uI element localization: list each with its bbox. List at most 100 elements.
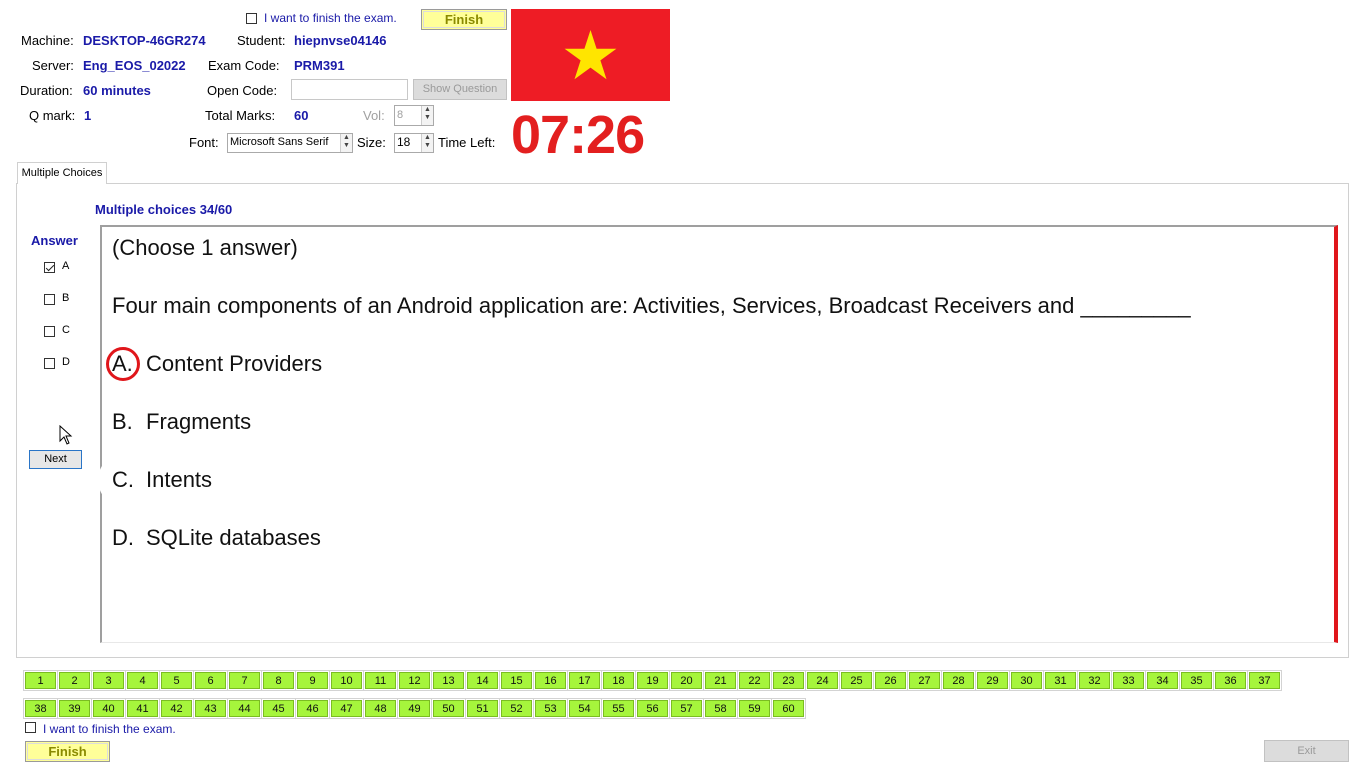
question-nav-button[interactable]: 29 [975,670,1010,691]
finish-button-bottom[interactable]: Finish [25,741,110,762]
question-nav-button[interactable]: 21 [703,670,738,691]
question-nav-button[interactable]: 19 [635,670,670,691]
question-nav-button[interactable]: 8 [261,670,296,691]
qmark-label: Q mark: [29,108,76,123]
option-a: A. Content Providers [112,351,322,377]
answer-label-b: B [62,292,70,304]
server-label: Server: [32,58,74,73]
question-nav-button[interactable]: 52 [499,698,534,719]
font-spin-buttons[interactable]: ▲ ▼ [340,134,352,152]
question-nav-button[interactable]: 38 [23,698,58,719]
question-content: (Choose 1 answer) Four main components o… [98,225,1338,643]
question-nav-button[interactable]: 42 [159,698,194,719]
finish-exam-checkbox-top[interactable] [246,13,257,24]
font-selector[interactable]: Microsoft Sans Serif ▲ ▼ [227,133,353,153]
question-nav-button[interactable]: 26 [873,670,908,691]
mouse-cursor-icon [59,425,73,445]
question-nav-button[interactable]: 54 [567,698,602,719]
answer-highlight-circle [106,347,140,381]
machine-value: DESKTOP-46GR274 [83,33,206,48]
question-nav-button[interactable]: 39 [57,698,92,719]
machine-label: Machine: [21,33,74,48]
question-nav-button[interactable]: 59 [737,698,772,719]
question-nav-button[interactable]: 7 [227,670,262,691]
question-nav-button[interactable]: 27 [907,670,942,691]
question-nav-button[interactable]: 34 [1145,670,1180,691]
exam-code-label: Exam Code: [208,58,280,73]
question-nav-button[interactable]: 4 [125,670,160,691]
answer-label-a: A [62,260,70,272]
question-nav-button[interactable]: 50 [431,698,466,719]
open-code-label: Open Code: [207,83,278,98]
answer-checkbox-c[interactable] [44,326,55,337]
question-nav-button[interactable]: 32 [1077,670,1112,691]
question-nav-button[interactable]: 55 [601,698,636,719]
finish-exam-checkbox-bottom[interactable] [25,722,36,733]
question-nav-button[interactable]: 16 [533,670,568,691]
question-nav-button[interactable]: 20 [669,670,704,691]
question-nav-button[interactable]: 51 [465,698,500,719]
question-nav-button[interactable]: 22 [737,670,772,691]
answer-checkbox-b[interactable] [44,294,55,305]
question-nav-button[interactable]: 12 [397,670,432,691]
question-nav-button[interactable]: 11 [363,670,398,691]
question-nav-button[interactable]: 15 [499,670,534,691]
answer-label-d: D [62,356,70,368]
exit-button[interactable]: Exit [1264,740,1349,762]
question-nav-button[interactable]: 56 [635,698,670,719]
vol-stepper[interactable]: 8 ▲ ▼ [394,105,434,126]
question-nav-button[interactable]: 31 [1043,670,1078,691]
question-nav-button[interactable]: 53 [533,698,568,719]
question-nav-button[interactable]: 30 [1009,670,1044,691]
question-nav-button[interactable]: 37 [1247,670,1282,691]
finish-button-top[interactable]: Finish [421,9,507,30]
next-button[interactable]: Next [29,450,82,469]
question-instruction: (Choose 1 answer) [112,235,298,260]
question-nav-button[interactable]: 14 [465,670,500,691]
show-question-button[interactable]: Show Question [413,79,507,100]
question-nav-button[interactable]: 36 [1213,670,1248,691]
question-nav-button[interactable]: 1 [23,670,58,691]
tab-multiple-choices[interactable]: Multiple Choices [17,162,107,184]
answer-checkbox-a[interactable] [44,262,55,273]
open-code-input[interactable] [291,79,408,100]
question-nav-button[interactable]: 35 [1179,670,1214,691]
size-spin-buttons[interactable]: ▲ ▼ [421,134,433,152]
question-nav-button[interactable]: 44 [227,698,262,719]
question-nav-button[interactable]: 41 [125,698,160,719]
question-nav-button[interactable]: 23 [771,670,806,691]
question-nav-button[interactable]: 25 [839,670,874,691]
white-mark-circle [98,455,144,505]
total-marks-value: 60 [294,108,309,123]
finish-exam-label-bottom: I want to finish the exam. [43,722,176,736]
question-nav-button[interactable]: 5 [159,670,194,691]
question-nav-button[interactable]: 43 [193,698,228,719]
size-stepper[interactable]: 18 ▲ ▼ [394,133,434,153]
question-nav-button[interactable]: 47 [329,698,364,719]
time-left-label: Time Left: [438,135,496,150]
question-nav-button[interactable]: 48 [363,698,398,719]
question-nav-button[interactable]: 57 [669,698,704,719]
question-nav-button[interactable]: 46 [295,698,330,719]
question-nav-button[interactable]: 17 [567,670,602,691]
question-nav-button[interactable]: 49 [397,698,432,719]
question-nav-button[interactable]: 2 [57,670,92,691]
question-nav-button[interactable]: 18 [601,670,636,691]
question-nav-button[interactable]: 60 [771,698,806,719]
vol-spin-buttons[interactable]: ▲ ▼ [421,106,433,125]
size-label: Size: [357,135,386,150]
question-nav-button[interactable]: 3 [91,670,126,691]
question-nav-button[interactable]: 9 [295,670,330,691]
question-nav-button[interactable]: 10 [329,670,364,691]
question-nav-button[interactable]: 58 [703,698,738,719]
answer-checkbox-d[interactable] [44,358,55,369]
question-nav-button[interactable]: 24 [805,670,840,691]
question-nav-button[interactable]: 13 [431,670,466,691]
question-nav-button[interactable]: 6 [193,670,228,691]
question-nav-button[interactable]: 40 [91,698,126,719]
question-nav-button[interactable]: 45 [261,698,296,719]
question-nav-button[interactable]: 28 [941,670,976,691]
student-value: hiepnvse04146 [294,33,387,48]
question-nav-button[interactable]: 33 [1111,670,1146,691]
vol-label: Vol: [363,108,385,123]
